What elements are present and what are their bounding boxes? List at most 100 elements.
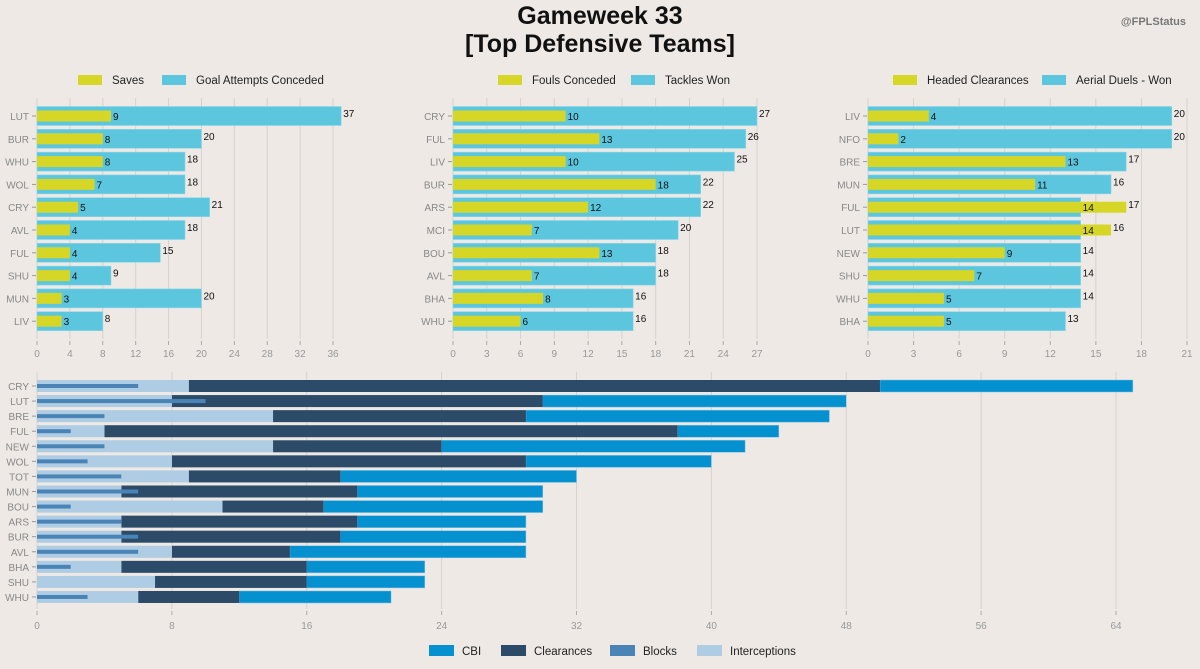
value-label: 20 (1174, 109, 1186, 120)
bar-cbi (879, 379, 1134, 393)
category-label: BRE (8, 412, 29, 423)
bar-fouls-conceded (453, 224, 532, 236)
bar-cbi (441, 440, 746, 453)
category-label: LIV (14, 317, 29, 328)
bar-fouls-conceded (453, 292, 544, 304)
value-label: 16 (635, 314, 647, 325)
x-tick-label: 9 (552, 349, 558, 360)
bar-blocks (37, 594, 88, 599)
x-tick-label: 15 (1090, 349, 1102, 360)
value-label: 22 (703, 200, 715, 211)
x-tick-label: 21 (1181, 349, 1193, 360)
bar-blocks (37, 549, 139, 554)
x-tick-label: 32 (295, 349, 307, 360)
x-tick-label: 24 (436, 621, 448, 632)
value-label: 4 (931, 112, 937, 123)
x-tick-label: 24 (229, 349, 241, 360)
category-label: FUL (10, 249, 29, 260)
category-label: SHU (8, 272, 29, 283)
value-label: 14 (1083, 291, 1095, 302)
value-label: 7 (97, 180, 103, 191)
bar-cbi (340, 470, 577, 483)
legend-swatch (78, 75, 102, 85)
legend-label: Goal Attempts Conceded (196, 75, 324, 87)
value-label: 4 (72, 249, 78, 260)
value-label: 3 (64, 317, 70, 328)
x-tick-label: 0 (34, 621, 40, 632)
value-label: 17 (1128, 200, 1140, 211)
value-label: 8 (105, 314, 111, 325)
category-label: AVL (11, 548, 30, 559)
bar-headed-clearances (868, 110, 929, 122)
bar-clearances (171, 545, 290, 558)
bar-cbi (306, 575, 426, 589)
category-label: WHU (836, 294, 860, 305)
category-label: NEW (6, 442, 30, 453)
value-label: 18 (658, 180, 670, 191)
value-label: 18 (187, 177, 199, 188)
bar-cbi (525, 455, 712, 468)
x-tick-label: 18 (1136, 349, 1148, 360)
category-label: WHU (421, 317, 445, 328)
x-tick-label: 15 (616, 349, 628, 360)
x-tick-label: 18 (650, 349, 662, 360)
bar-headed-clearances (868, 178, 1036, 190)
x-tick-label: 12 (130, 349, 142, 360)
bar-cbi (525, 409, 830, 423)
bar-cbi (357, 515, 527, 528)
category-label: BUR (8, 135, 29, 146)
value-label: 12 (590, 203, 602, 214)
legend-swatch (498, 75, 522, 85)
x-tick-label: 27 (751, 349, 763, 360)
legend-label: Aerial Duels - Won (1076, 75, 1172, 87)
category-label: AVL (427, 272, 446, 283)
category-label: SHU (8, 578, 29, 589)
value-label: 3 (64, 294, 70, 305)
legend-swatch (429, 645, 454, 656)
bar-blocks (37, 384, 139, 388)
legend-swatch (610, 645, 635, 656)
category-label: BOU (423, 249, 445, 260)
x-tick-label: 64 (1110, 621, 1122, 632)
category-label: CRY (8, 203, 29, 214)
bar-fouls-conceded (453, 201, 589, 213)
category-label: BUR (424, 180, 445, 191)
x-tick-label: 48 (841, 621, 853, 632)
bar-headed-clearances (868, 315, 944, 327)
value-label: 5 (80, 203, 86, 214)
bar-cbi (306, 560, 426, 574)
legend-label: Saves (112, 75, 144, 87)
bar-clearances (171, 455, 526, 468)
bar-interceptions (37, 575, 156, 588)
x-tick-label: 20 (196, 349, 208, 360)
bar-blocks (37, 474, 122, 479)
legend-swatch (501, 645, 526, 656)
category-label: FUL (426, 135, 445, 146)
value-label: 13 (1067, 158, 1079, 169)
value-label: 16 (1113, 177, 1125, 188)
bar-clearances (121, 485, 358, 498)
x-tick-label: 9 (1002, 349, 1008, 360)
category-label: MUN (6, 294, 29, 305)
x-tick-label: 8 (169, 621, 175, 632)
value-label: 13 (601, 135, 613, 146)
bar-clearances (121, 560, 307, 573)
bar-aerial-duels-won (867, 129, 1173, 149)
x-tick-label: 24 (718, 349, 730, 360)
value-label: 11 (1037, 180, 1048, 191)
category-label: TOT (9, 472, 29, 483)
bar-saves (37, 270, 70, 282)
bar-saves (37, 156, 103, 168)
category-label: NFO (839, 135, 860, 146)
x-tick-label: 4 (67, 349, 73, 360)
bar-fouls-conceded (453, 315, 521, 327)
category-label: BHA (424, 294, 445, 305)
category-label: LIV (430, 158, 445, 169)
value-label: 4 (72, 226, 78, 237)
category-label: CRY (8, 382, 29, 393)
category-label: WOL (6, 457, 29, 468)
x-tick-label: 32 (571, 621, 583, 632)
bar-clearances (138, 590, 240, 603)
category-label: MUN (837, 180, 860, 191)
value-label: 18 (658, 269, 670, 280)
